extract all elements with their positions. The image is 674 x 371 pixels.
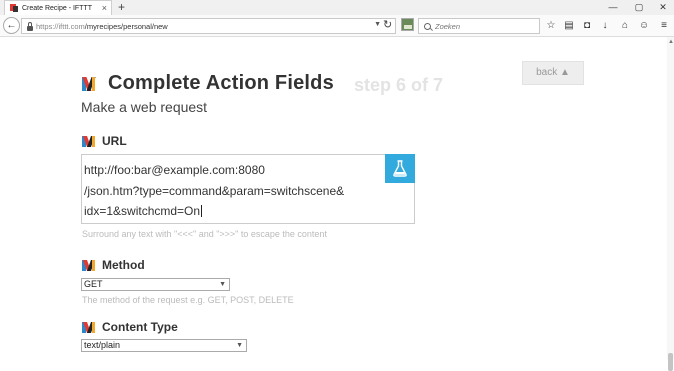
method-label: Method	[102, 258, 145, 272]
method-selected-value: GET	[84, 279, 103, 289]
address-text: https://ifttt.com/myrecipes/personal/new	[36, 22, 168, 31]
ifttt-favicon-icon	[10, 4, 18, 12]
add-ingredient-button[interactable]	[385, 154, 415, 183]
reload-icon[interactable]: ↻	[383, 18, 392, 33]
back-button[interactable]: back ▲	[522, 61, 584, 85]
url-line-1: http://foo:bar@example.com:8080	[84, 163, 265, 177]
site-thumbnail-icon[interactable]	[401, 18, 414, 31]
lock-icon	[27, 21, 33, 31]
text-caret	[201, 205, 203, 217]
url-line-3-wrap: idx=1&switchcmd=On	[84, 204, 203, 218]
search-bar[interactable]	[418, 18, 540, 34]
url-label-row: URL	[82, 134, 127, 148]
content-type-label-row: Content Type	[82, 320, 178, 334]
ifttt-logo-icon	[82, 321, 96, 333]
browser-tab[interactable]: Create Recipe - IFTTT ×	[4, 0, 112, 15]
url-line-3: idx=1&switchcmd=On	[84, 204, 201, 218]
maximize-button[interactable]: ▢	[628, 0, 650, 14]
url-textarea[interactable]: http://foo:bar@example.com:8080 /json.ht…	[81, 154, 415, 224]
tab-close-icon[interactable]: ×	[102, 2, 107, 14]
url-label: URL	[102, 134, 127, 148]
ifttt-logo-icon	[82, 76, 97, 91]
url-line-2: /json.htm?type=command&param=switchscene…	[84, 184, 345, 198]
pocket-icon[interactable]: ◘	[580, 19, 594, 33]
url-path: /myrecipes/personal/new	[84, 21, 168, 31]
page-heading: Complete Action Fields	[82, 72, 334, 95]
method-hint: The method of the request e.g. GET, POST…	[82, 295, 294, 305]
search-icon	[424, 22, 431, 30]
reading-list-icon[interactable]: ▤	[562, 19, 576, 33]
dropdown-arrow-icon[interactable]: ▼	[374, 21, 381, 28]
url-host: https://ifttt.com	[36, 21, 85, 31]
content-type-label: Content Type	[102, 320, 178, 334]
content-type-selected-value: text/plain	[84, 340, 121, 350]
address-bar[interactable]: https://ifttt.com/myrecipes/personal/new…	[21, 18, 396, 34]
url-hint: Surround any text with "<<<" and ">>>" t…	[82, 229, 327, 239]
new-tab-button[interactable]: +	[118, 0, 125, 14]
navigation-toolbar: ← https://ifttt.com/myrecipes/personal/n…	[0, 15, 674, 37]
ifttt-logo-icon	[82, 135, 96, 147]
page-title: Complete Action Fields	[108, 72, 334, 94]
flask-icon	[393, 160, 407, 177]
close-window-button[interactable]: ✕	[652, 0, 674, 14]
home-icon[interactable]: ⌂	[618, 19, 632, 33]
tab-bar: Create Recipe - IFTTT × + — ▢ ✕	[0, 0, 674, 15]
ifttt-logo-icon	[82, 259, 96, 271]
star-icon[interactable]: ☆	[544, 19, 558, 33]
menu-icon[interactable]: ≡	[657, 19, 671, 33]
scroll-up-icon[interactable]: ▲	[668, 39, 674, 45]
chevron-down-icon: ▼	[236, 342, 243, 349]
download-icon[interactable]: ↓	[598, 19, 612, 33]
minimize-button[interactable]: —	[602, 0, 624, 14]
method-select[interactable]: GET ▼	[81, 278, 230, 291]
search-input[interactable]	[435, 21, 535, 31]
method-label-row: Method	[82, 258, 145, 272]
page-scrollbar[interactable]: ▲	[667, 37, 674, 371]
scrollbar-thumb[interactable]	[668, 353, 673, 371]
step-indicator: step 6 of 7	[354, 75, 444, 95]
action-subtitle: Make a web request	[81, 99, 208, 115]
chevron-down-icon: ▼	[219, 281, 226, 288]
chat-icon[interactable]: ☺	[637, 19, 651, 33]
content-type-select[interactable]: text/plain ▼	[81, 339, 247, 352]
tab-title: Create Recipe - IFTTT	[22, 4, 93, 12]
back-arrow-icon[interactable]: ←	[3, 17, 20, 34]
